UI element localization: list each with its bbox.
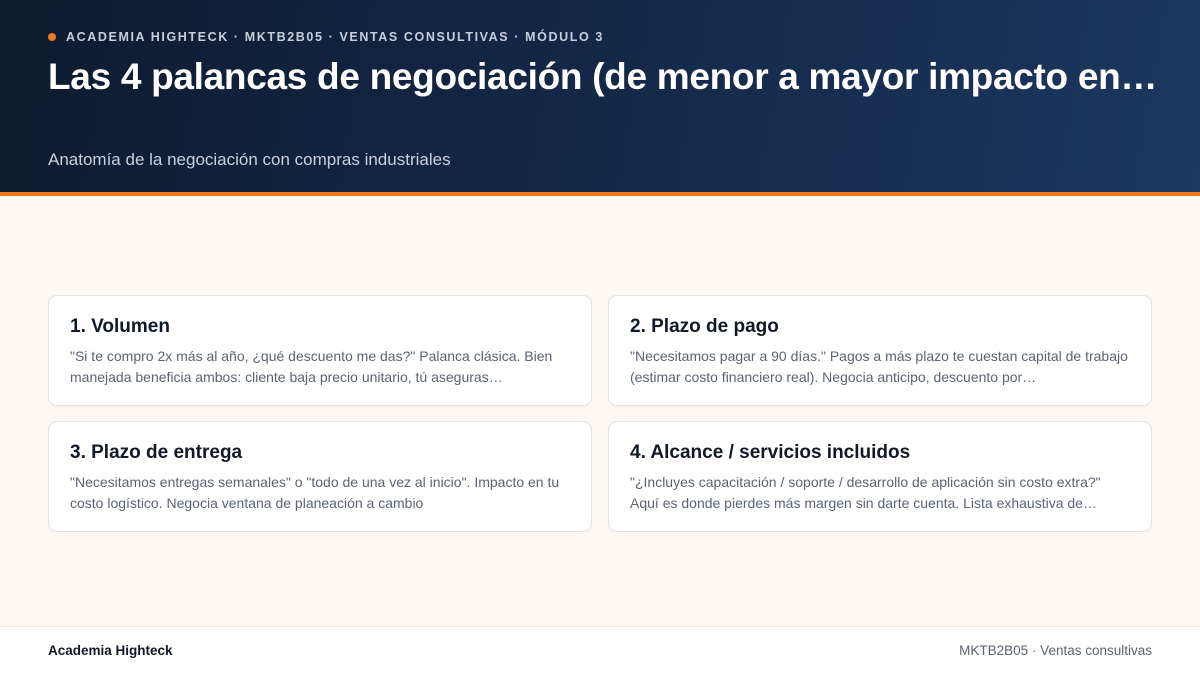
lever-card-body: "Necesitamos entregas semanales" o "todo…	[70, 474, 560, 511]
slide-header: ACADEMIA HIGHTECK · MKTB2B05 · VENTAS CO…	[0, 0, 1200, 196]
footer-brand: Academia Highteck	[48, 643, 173, 658]
lever-card-title: 1. Volumen	[70, 316, 170, 337]
lever-card-title: 4. Alcance / servicios incluidos	[630, 442, 911, 463]
lever-card-plazo-pago: 2. Plazo de pago "Necesitamos pagar a 90…	[608, 295, 1152, 406]
levers-grid: 1. Volumen "Si te compro 2x más al año, …	[48, 295, 1152, 532]
lever-card-plazo-entrega: 3. Plazo de entrega "Necesitamos entrega…	[48, 421, 592, 532]
slide-footer: Academia Highteck MKTB2B05 · Ventas cons…	[0, 626, 1200, 675]
slide-subtitle: Anatomía de la negociación con compras i…	[48, 150, 451, 169]
slide-title: Las 4 palancas de negociación (de menor …	[48, 56, 1158, 97]
footer-course: MKTB2B05 · Ventas consultivas	[959, 643, 1152, 658]
lever-card-body: "Necesitamos pagar a 90 días." Pagos a m…	[630, 348, 1128, 385]
lever-card-title: 3. Plazo de entrega	[70, 442, 243, 463]
eyebrow-text: ACADEMIA HIGHTECK · MKTB2B05 · VENTAS CO…	[66, 30, 604, 44]
lever-card-body: "¿Incluyes capacitación / soporte / desa…	[630, 474, 1101, 511]
eyebrow: ACADEMIA HIGHTECK · MKTB2B05 · VENTAS CO…	[48, 30, 604, 44]
lever-card-volumen: 1. Volumen "Si te compro 2x más al año, …	[48, 295, 592, 406]
lever-card-title: 2. Plazo de pago	[630, 316, 779, 337]
accent-dot-icon	[48, 33, 56, 41]
lever-card-body: "Si te compro 2x más al año, ¿qué descue…	[70, 348, 553, 385]
lever-card-alcance: 4. Alcance / servicios incluidos "¿Inclu…	[608, 421, 1152, 532]
